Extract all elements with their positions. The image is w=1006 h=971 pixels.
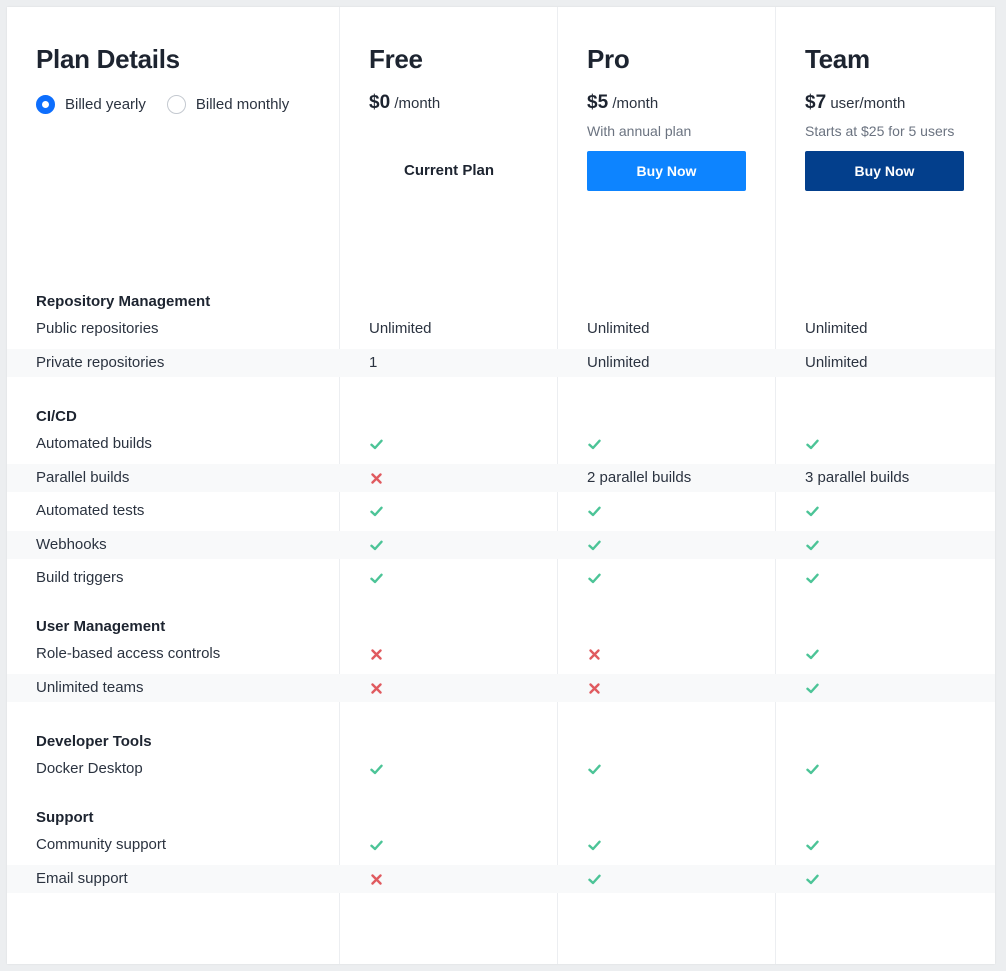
cross-icon [589, 649, 600, 660]
feature-row: Automated tests [7, 497, 995, 525]
feature-row: Unlimited teams [7, 674, 995, 702]
feature-label: Docker Desktop [36, 760, 143, 777]
feature-row: Build triggers [7, 564, 995, 592]
current-plan-label: Current Plan [404, 162, 495, 179]
section-title: CI/CD [36, 408, 77, 425]
check-icon [806, 840, 819, 851]
plan-price-free: $0 /month [369, 92, 440, 114]
billed-monthly-radio[interactable]: Billed monthly [166, 95, 290, 114]
feature-label: Private repositories [36, 354, 165, 371]
feature-label: Role-based access controls [36, 645, 221, 662]
feature-row: Automated builds [7, 430, 995, 458]
check-icon [588, 573, 601, 584]
plan-name-pro: Pro [587, 44, 630, 74]
price-amount: $0 [369, 92, 391, 113]
page-title: Plan Details [36, 44, 180, 74]
check-icon [806, 540, 819, 551]
check-icon [370, 840, 383, 851]
feature-label: Build triggers [36, 569, 124, 586]
pricing-table: Plan Details Billed yearly Billed monthl… [7, 7, 995, 964]
check-icon [588, 506, 601, 517]
cross-icon [371, 649, 382, 660]
price-unit: /month [394, 95, 441, 112]
radio-unselected-icon[interactable] [166, 95, 186, 114]
check-icon [806, 506, 819, 517]
cross-icon [371, 874, 382, 885]
price-unit: /month [612, 95, 659, 112]
plan-note-team: Starts at $25 for 5 users [805, 123, 955, 139]
billed-yearly-radio[interactable]: Billed yearly [36, 95, 146, 114]
section-title: Repository Management [36, 293, 211, 310]
feature-value: 2 parallel builds [587, 469, 692, 486]
feature-value: Unlimited [587, 354, 650, 371]
feature-row: Private repositories 1 Unlimited Unlimited [7, 349, 995, 377]
check-icon [370, 573, 383, 584]
billed-yearly-label: Billed yearly [65, 96, 146, 113]
feature-row: Public repositories Unlimited Unlimited Unl… [7, 315, 995, 343]
buy-now-pro-button[interactable]: Buy Now [587, 151, 746, 191]
check-icon [806, 874, 819, 885]
buy-now-team-button[interactable]: Buy Now [805, 151, 964, 191]
plan-price-pro: $5 /month [587, 92, 658, 114]
check-icon [588, 874, 601, 885]
cross-icon [589, 683, 600, 694]
plan-note-pro: With annual plan [587, 123, 692, 139]
section-title: User Management [36, 618, 166, 635]
price-unit: user/month [830, 95, 906, 112]
check-icon [806, 764, 819, 775]
feature-label: Automated tests [36, 502, 145, 519]
plan-name-team: Team [805, 44, 870, 74]
check-icon [806, 573, 819, 584]
feature-label: Public repositories [36, 320, 159, 337]
feature-label: Unlimited teams [36, 679, 144, 696]
check-icon [588, 540, 601, 551]
feature-label: Community support [36, 836, 167, 853]
section-title: Developer Tools [36, 733, 152, 750]
feature-label: Email support [36, 870, 128, 887]
check-icon [806, 439, 819, 450]
feature-value: 1 [369, 354, 378, 371]
cross-icon [371, 683, 382, 694]
price-amount: $7 [805, 92, 827, 113]
plan-price-team: $7 user/month [805, 92, 905, 114]
check-icon [806, 683, 819, 694]
cross-icon [371, 473, 382, 484]
check-icon [370, 540, 383, 551]
plan-name-free: Free [369, 44, 423, 74]
price-amount: $5 [587, 92, 609, 113]
radio-selected-icon[interactable] [36, 95, 55, 114]
check-icon [370, 506, 383, 517]
feature-value: Unlimited [805, 320, 868, 337]
check-icon [588, 764, 601, 775]
feature-value: 3 parallel builds [805, 469, 910, 486]
billed-monthly-label: Billed monthly [195, 96, 290, 113]
check-icon [806, 649, 819, 660]
feature-row: Parallel builds 2 parallel builds 3 parall… [7, 464, 995, 492]
feature-value: Unlimited [587, 320, 650, 337]
feature-label: Parallel builds [36, 469, 130, 486]
billing-toggle: Billed yearly Billed monthly [36, 95, 289, 114]
feature-label: Webhooks [36, 536, 107, 553]
feature-row: Role-based access controls [7, 640, 995, 668]
check-icon [588, 439, 601, 450]
feature-value: Unlimited [805, 354, 868, 371]
feature-row: Webhooks [7, 531, 995, 559]
feature-row: Email support [7, 865, 995, 893]
check-icon [370, 764, 383, 775]
section-title: Support [36, 809, 94, 826]
feature-row: Community support [7, 831, 995, 859]
feature-value: Unlimited [369, 320, 432, 337]
check-icon [588, 840, 601, 851]
feature-label: Automated builds [36, 435, 152, 452]
check-icon [370, 439, 383, 450]
feature-row: Docker Desktop [7, 755, 995, 783]
